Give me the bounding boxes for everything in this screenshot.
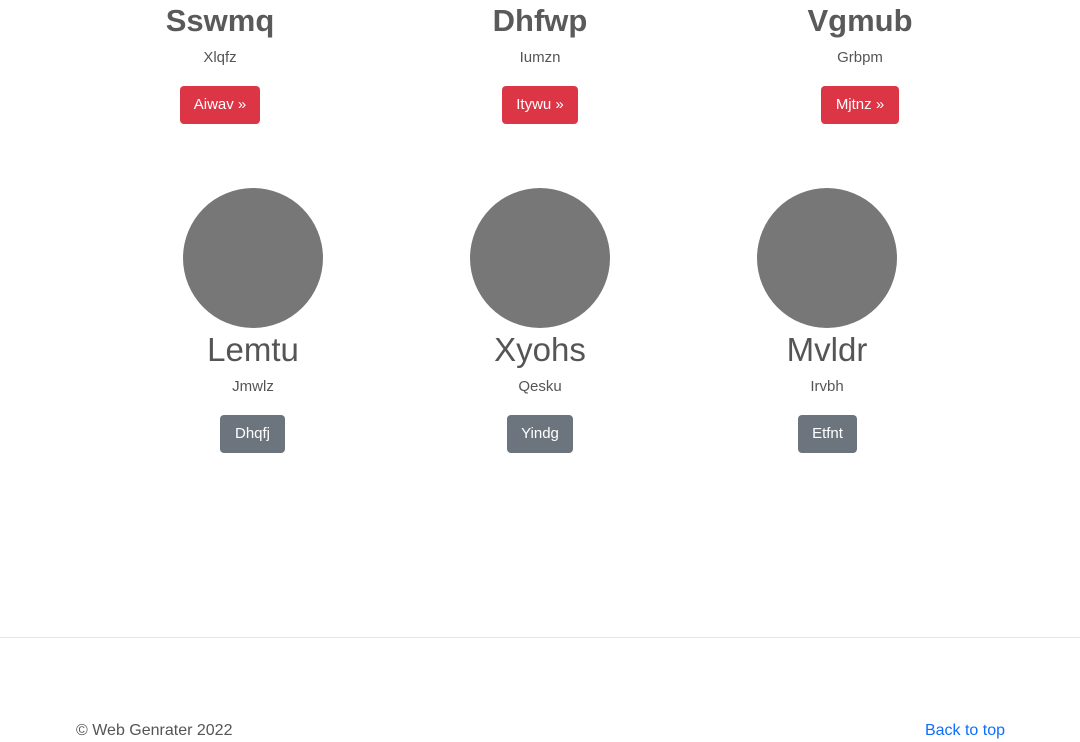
footer-divider	[0, 637, 1080, 638]
team-row: Lemtu Jmwlz Dhqfj Xyohs Qesku Yindg Mvld…	[0, 188, 1080, 458]
member-button[interactable]: Dhqfj	[220, 415, 285, 453]
avatar	[470, 188, 610, 328]
back-to-top-link[interactable]: Back to top	[925, 720, 1005, 742]
feature-text: Grbpm	[837, 49, 883, 66]
feature-title: Dhfwp	[492, 3, 588, 38]
page: Sswmq Xlqfz Aiwav » Dhfwp Iumzn Itywu » …	[0, 0, 1080, 742]
avatar	[757, 188, 897, 328]
avatar	[183, 188, 323, 328]
member-text: Jmwlz	[232, 378, 274, 395]
member-name: Xyohs	[494, 331, 586, 368]
feature-title: Sswmq	[165, 3, 275, 38]
footer-copyright: © Web Genrater 2022	[76, 722, 233, 739]
feature-row: Sswmq Xlqfz Aiwav » Dhfwp Iumzn Itywu » …	[0, 0, 1080, 140]
feature-text: Iumzn	[519, 49, 561, 66]
feature-title: Vgmub	[807, 3, 913, 38]
member-button[interactable]: Yindg	[507, 415, 573, 453]
feature-button[interactable]: Itywu »	[502, 86, 578, 124]
member-text: Qesku	[518, 378, 562, 395]
feature-text: Xlqfz	[203, 49, 237, 66]
member-name: Mvldr	[786, 331, 868, 368]
member-text: Irvbh	[810, 378, 844, 395]
member-button[interactable]: Etfnt	[798, 415, 857, 453]
member-name: Lemtu	[207, 331, 299, 368]
feature-button[interactable]: Mjtnz »	[821, 86, 899, 124]
feature-button[interactable]: Aiwav »	[180, 86, 260, 124]
